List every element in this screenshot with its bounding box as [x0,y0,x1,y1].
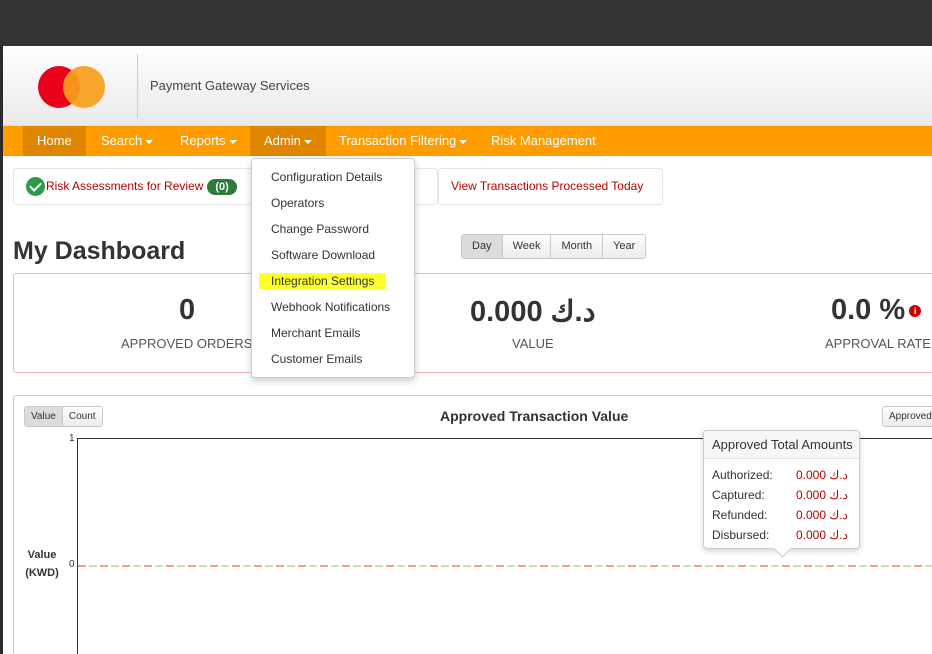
menu-item-operators[interactable]: Operators [271,196,324,210]
count-toggle-button[interactable]: Count [62,407,102,426]
y-axis-label-line2: (KWD) [25,567,59,579]
brand-title: Payment Gateway Services [150,78,310,93]
tooltip-refunded-value: 0.000 د.ك [796,508,848,522]
menu-item-configuration-details[interactable]: Configuration Details [271,170,382,184]
chart-tooltip: Approved Total Amounts Authorized: 0.000… [703,430,860,549]
nav-admin[interactable]: Admin [250,126,326,156]
check-circle-icon [26,177,45,197]
menu-item-software-download[interactable]: Software Download [271,248,375,262]
tooltip-title: Approved Total Amounts [704,431,859,459]
approved-orders-value: 0 [179,294,196,326]
tooltip-authorized-value: 0.000 د.ك [796,468,848,482]
menu-item-integration-settings[interactable]: Integration Settings [259,273,387,289]
period-month-button[interactable]: Month [551,235,604,258]
stats-panel: 0 APPROVED ORDERS 0.000 د.ك VALUE 0.0 % i… [13,273,932,373]
y-axis-label: Value (KWD) [22,546,62,582]
header-divider [137,54,138,118]
nav-transaction-filtering[interactable]: Transaction Filtering [325,126,481,156]
tooltip-captured-value: 0.000 د.ك [796,488,848,502]
approval-rate-label: APPROVAL RATE [825,336,931,351]
risk-count-badge: (0) [207,178,237,195]
menu-item-webhook-notifications[interactable]: Webhook Notifications [271,300,390,314]
period-day-button[interactable]: Day [462,235,503,258]
y-tick-label: 1 [69,433,75,444]
value-count-toggle: Value Count [24,406,103,427]
nav-reports[interactable]: Reports [166,126,251,156]
menu-item-change-password[interactable]: Change Password [271,222,369,236]
nav-home[interactable]: Home [23,126,86,156]
nav-search[interactable]: Search [87,126,167,156]
tooltip-disbursed-label: Disbursed: [712,528,770,542]
period-week-button[interactable]: Week [502,235,552,258]
main-nav: Home Search Reports Admin Transaction Fi… [3,126,932,156]
period-selector: Day Week Month Year [461,234,647,259]
caret-down-icon [303,139,312,144]
risk-assessments-label: Risk Assessments for Review [46,179,204,193]
view-transactions-link[interactable]: View Transactions Processed Today [438,168,663,205]
approved-value-amount: 0.000 د.ك [470,296,596,328]
browser-top-bar [0,0,932,46]
menu-item-merchant-emails[interactable]: Merchant Emails [271,326,360,340]
tooltip-refunded-label: Refunded: [712,508,768,522]
y-tick-label: 0 [69,559,75,570]
approval-rate-value: 0.0 % i [831,294,922,327]
menu-item-customer-emails[interactable]: Customer Emails [271,352,362,366]
tooltip-authorized-label: Authorized: [712,468,773,482]
admin-dropdown-menu: Configuration Details Operators Change P… [251,158,415,378]
chart-title: Approved Transaction Value [440,408,629,424]
nav-risk-management[interactable]: Risk Management [477,126,610,156]
page-title: My Dashboard [13,237,186,265]
period-year-button[interactable]: Year [603,235,646,258]
risk-assessments-link[interactable]: Risk Assessments for Review (0) [13,168,253,205]
site-header: Payment Gateway Services [3,46,932,126]
approved-orders-label: APPROVED ORDERS [121,336,253,351]
caret-down-icon [459,139,468,144]
info-icon[interactable]: i [909,305,922,318]
approved-filter-button[interactable]: Approved [882,406,932,427]
caret-down-icon [145,139,154,144]
approved-value-label: VALUE [512,336,554,351]
y-axis-label-line1: Value [27,549,57,561]
series-line-approved [78,565,932,567]
tooltip-disbursed-value: 0.000 د.ك [796,528,848,542]
caret-down-icon [228,139,237,144]
mastercard-logo-icon[interactable] [38,66,108,108]
value-toggle-button[interactable]: Value [25,407,63,426]
view-transactions-label: View Transactions Processed Today [451,179,644,193]
tooltip-captured-label: Captured: [712,488,765,502]
